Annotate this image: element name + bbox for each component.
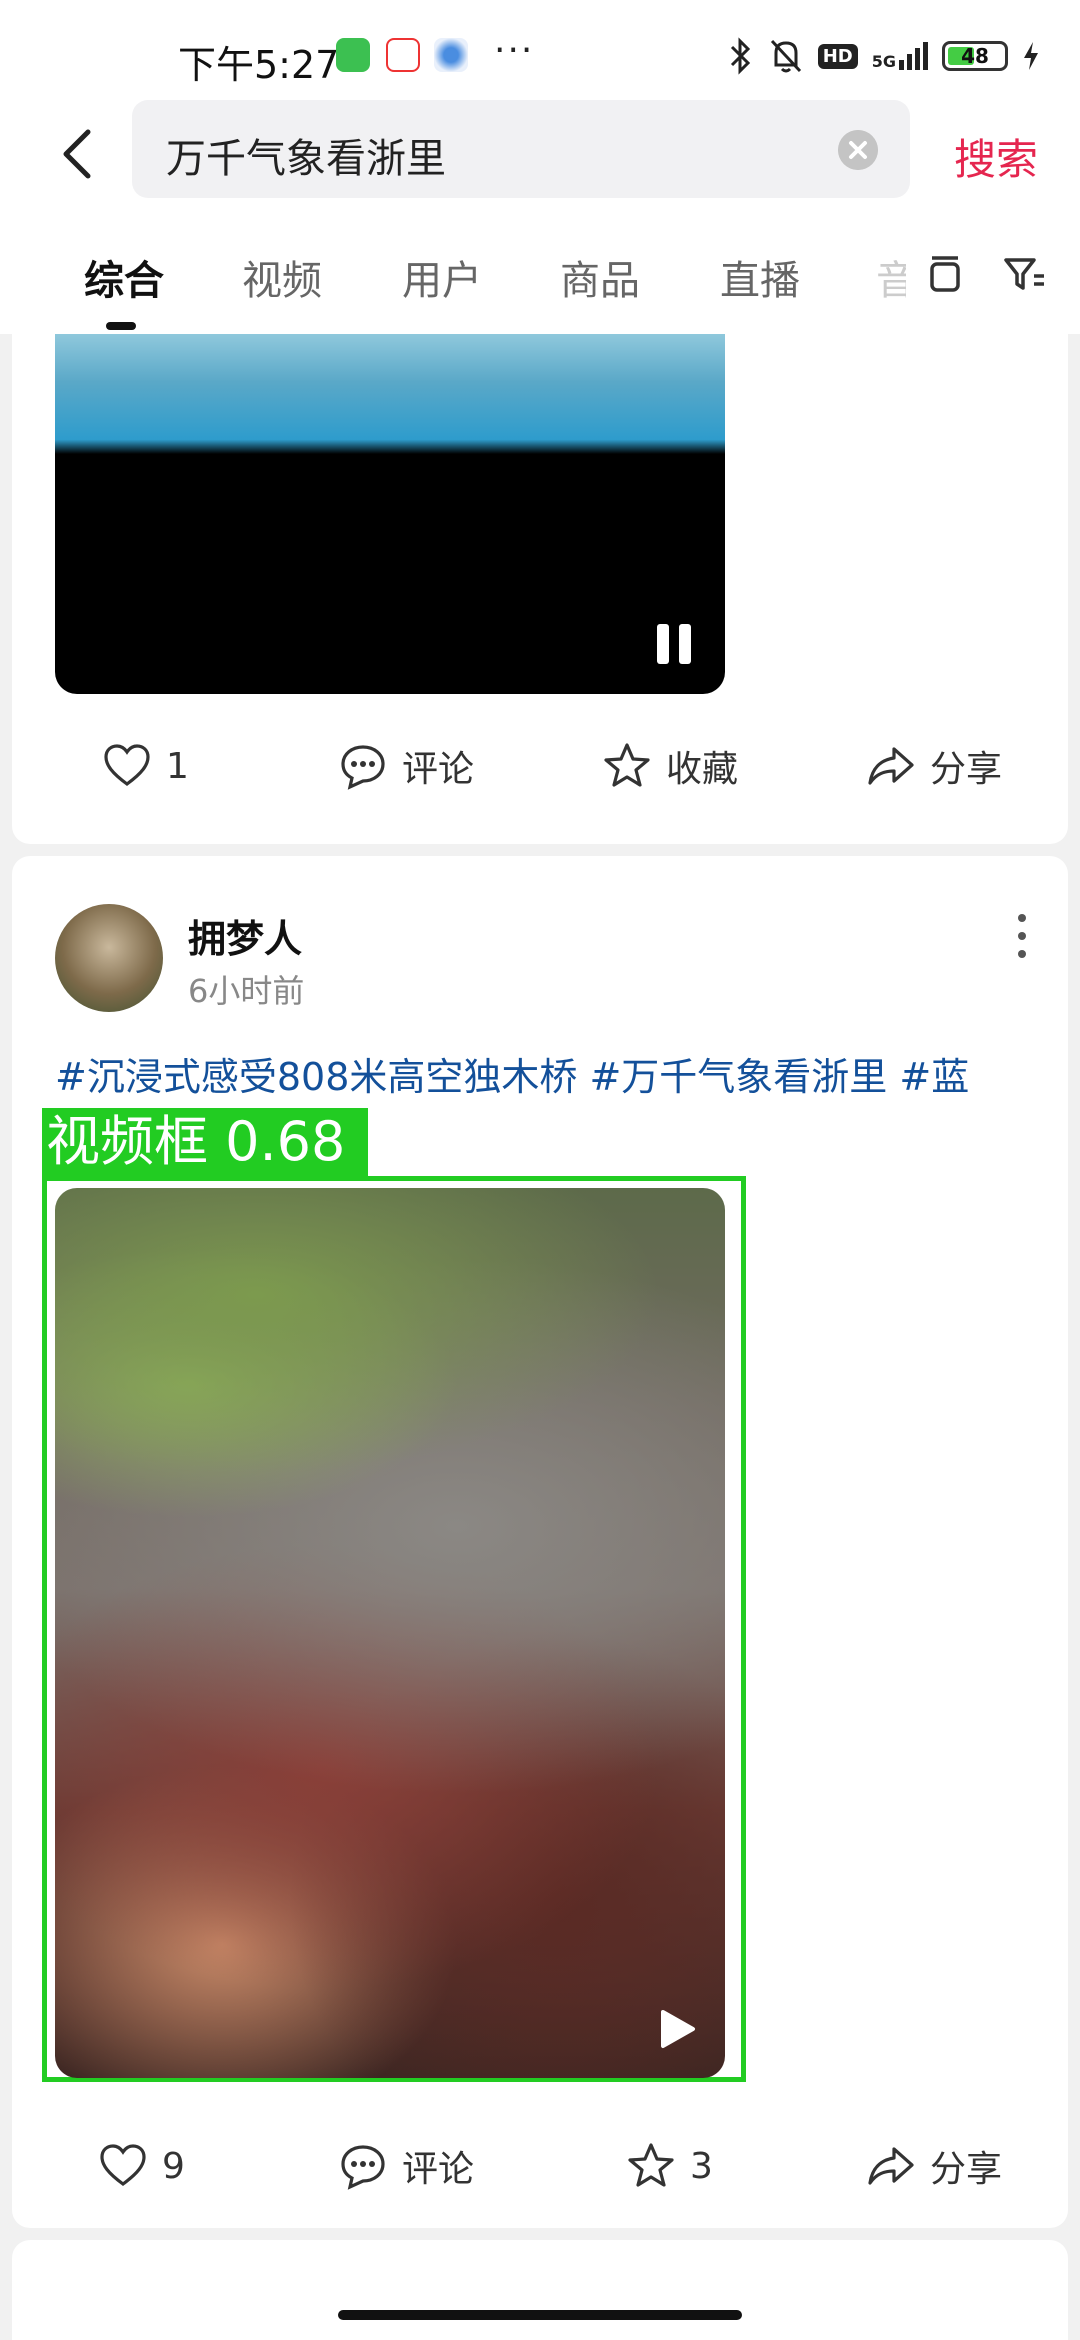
layout-toggle-icon[interactable] [920, 250, 970, 300]
share-icon [868, 747, 914, 785]
comment-button[interactable]: 评论 [338, 726, 474, 806]
post-action-bar: 9 评论 3 分享 [12, 2126, 1068, 2206]
tab-live[interactable]: 直播 [720, 248, 800, 306]
post-card [12, 2240, 1068, 2340]
heart-icon [100, 2144, 146, 2186]
comment-icon [341, 745, 385, 790]
favorite-button[interactable]: 收藏 [602, 726, 738, 806]
like-button[interactable]: 1 [102, 726, 189, 806]
bluetooth-icon [730, 37, 750, 75]
video-frame [55, 334, 725, 454]
play-icon[interactable] [653, 2006, 699, 2052]
hd-icon: HD [817, 43, 858, 69]
share-button[interactable]: 分享 [866, 726, 1002, 806]
tab-products[interactable]: 商品 [560, 248, 640, 306]
more-options-icon[interactable] [1016, 914, 1028, 958]
clear-icon[interactable] [838, 130, 878, 170]
favorite-count: 3 [690, 2145, 713, 2187]
network-type: 5G [871, 52, 896, 71]
result-tabs: 综合 视频 用户 商品 直播 音 [0, 220, 1080, 334]
post-caption[interactable]: #沉浸式感受808米高空独木桥 #万千气象看浙里 #蓝 [55, 1046, 1045, 1106]
share-button[interactable]: 分享 [866, 2126, 1002, 2206]
battery-icon: 48 [942, 41, 1008, 71]
search-input[interactable]: 万千气象看浙里 [132, 100, 910, 198]
comment-label: 评论 [402, 2149, 475, 2190]
bell-off-icon [770, 39, 801, 73]
back-arrow-icon[interactable] [50, 124, 110, 184]
avatar[interactable] [55, 904, 163, 1012]
tab-indicator [106, 322, 136, 330]
charging-icon [1024, 42, 1038, 70]
share-label: 分享 [930, 2149, 1003, 2190]
post-card: 拥梦人 6小时前 #沉浸式感受808米高空独木桥 #万千气象看浙里 #蓝 视频框… [12, 856, 1068, 2228]
post-action-bar: 1 评论 收藏 分享 [12, 726, 1068, 806]
video-player[interactable] [55, 334, 725, 694]
cloud-icon [434, 38, 468, 72]
search-query[interactable]: 万千气象看浙里 [166, 126, 446, 184]
like-button[interactable]: 9 [98, 2126, 185, 2206]
tab-music[interactable]: 音 [876, 248, 906, 306]
tab-video[interactable]: 视频 [242, 248, 322, 306]
comment-icon [341, 2145, 385, 2190]
search-button[interactable]: 搜索 [954, 126, 1038, 187]
filter-icon[interactable] [1000, 250, 1050, 300]
share-icon [868, 2147, 914, 2185]
search-header: 万千气象看浙里 搜索 [0, 100, 1080, 220]
like-count: 9 [162, 2145, 185, 2187]
share-label: 分享 [930, 749, 1003, 790]
status-time: 下午5:27 [178, 43, 340, 87]
like-count: 1 [166, 745, 189, 787]
favorite-label: 收藏 [666, 749, 739, 790]
wechat-icon [336, 38, 370, 72]
battery-level: 48 [961, 44, 989, 68]
heart-icon [104, 744, 150, 786]
signal-5g-icon: 5G [872, 42, 928, 70]
post-author[interactable]: 拥梦人 [188, 908, 302, 963]
video-player[interactable] [55, 1188, 725, 2078]
status-more-icon: ··· [494, 30, 535, 71]
status-right-icons: HD 5G 48 [728, 36, 1040, 76]
comment-label: 评论 [402, 749, 475, 790]
home-indicator[interactable] [338, 2310, 742, 2320]
status-bar: 下午5:27 ··· HD 5G 48 [0, 0, 1080, 100]
favorite-button[interactable]: 3 [626, 2126, 713, 2206]
post-time: 6小时前 [188, 972, 305, 1010]
post-card: 1 评论 收藏 分享 [12, 334, 1068, 844]
comment-button[interactable]: 评论 [338, 2126, 474, 2206]
star-icon [604, 743, 650, 787]
app58-icon [386, 38, 420, 72]
pause-icon[interactable] [655, 624, 695, 664]
tab-users[interactable]: 用户 [402, 248, 482, 306]
star-icon [628, 2143, 674, 2187]
detection-label: 视频框 0.68 [42, 1108, 368, 1176]
tab-all[interactable]: 综合 [84, 248, 164, 306]
